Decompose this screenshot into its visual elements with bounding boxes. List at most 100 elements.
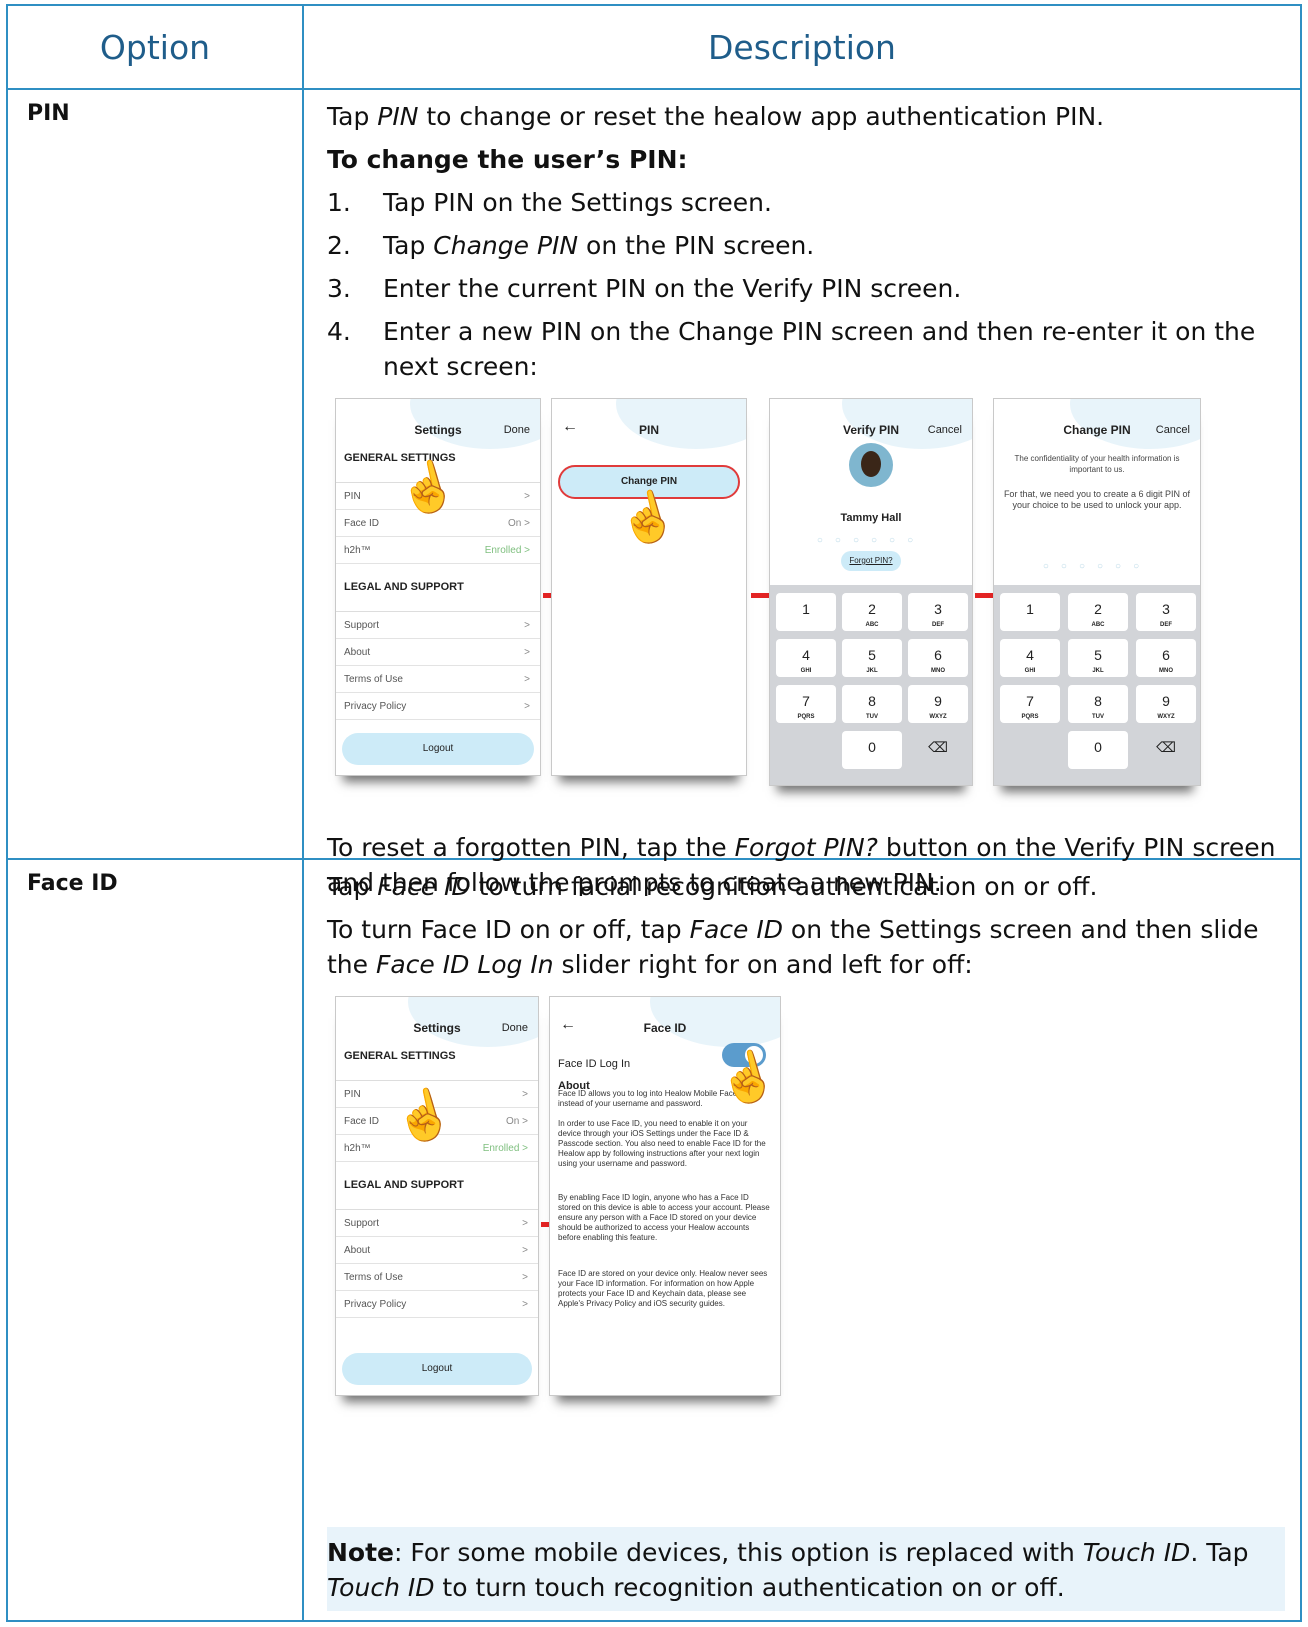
section-header: LEGAL AND SUPPORT (336, 1162, 538, 1210)
step-text: Tap Change PIN on the PIN screen. (383, 231, 815, 260)
list-item: 3. Enter the current PIN on the Verify PI… (327, 271, 1285, 306)
change-pin-heading: To change the user’s PIN: (327, 145, 688, 174)
avatar (849, 443, 893, 487)
chevron-right-icon: > (524, 491, 530, 502)
key-8[interactable]: 8 TUV (1068, 685, 1128, 723)
settings-row-terms[interactable]: Terms of Use > (336, 666, 540, 693)
chevron-right-icon: > (522, 1089, 528, 1100)
key-9[interactable]: 9 WXYZ (1136, 685, 1196, 723)
key-1[interactable]: 1 (1000, 593, 1060, 631)
key-3[interactable]: 3 DEF (1136, 593, 1196, 631)
cancel-button[interactable]: Cancel (928, 413, 962, 448)
key-7[interactable]: 7 PQRS (776, 685, 836, 723)
settings-screen: Settings Done GENERAL SETTINGS PIN > Face … (335, 398, 541, 776)
done-button[interactable]: Done (502, 1011, 528, 1046)
pin-intro: Tap PIN to change or reset the healow ap… (327, 99, 1285, 134)
step-number: 3. (327, 274, 351, 303)
note-block: Note: For some mobile devices, this opti… (327, 1527, 1285, 1611)
header-row: Option Description (6, 4, 1302, 90)
key-5[interactable]: 5 JKL (1068, 639, 1128, 677)
settings-screen: Settings Done GENERAL SETTINGS PIN > Face … (335, 996, 539, 1396)
settings-row-h2h[interactable]: h2h™ Enrolled > (336, 537, 540, 564)
key-8[interactable]: 8 TUV (842, 685, 902, 723)
key-3[interactable]: 3 DEF (908, 593, 968, 631)
step-number: 1. (327, 188, 351, 217)
header-option: Option (6, 4, 304, 90)
list-item: 2. Tap Change PIN on the PIN screen. (327, 228, 1285, 263)
key-2[interactable]: 2 ABC (1068, 593, 1128, 631)
key-2[interactable]: 2 ABC (842, 593, 902, 631)
chevron-right-icon: > (522, 1245, 528, 1256)
header-description: Description (302, 4, 1302, 90)
step-text: Enter a new PIN on the Change PIN screen… (383, 317, 1256, 381)
settings-row-terms[interactable]: Terms of Use > (336, 1264, 538, 1291)
table-row: Face ID Tap Face ID to turn facial recog… (6, 858, 1302, 1622)
key-6[interactable]: 6 MNO (1136, 639, 1196, 677)
key-0[interactable]: 0 (842, 731, 902, 769)
forgot-pin-button[interactable]: Forgot PIN? (841, 551, 901, 571)
key-9[interactable]: 9 WXYZ (908, 685, 968, 723)
faceid-info-text: By enabling Face ID login, anyone who ha… (558, 1193, 770, 1242)
settings-row-faceid[interactable]: Face ID On > (336, 510, 540, 537)
key-0[interactable]: 0 (1068, 731, 1128, 769)
text: to change or reset the healow app authen… (418, 102, 1105, 131)
pin-screen: ← PIN Change PIN ☝ (551, 398, 747, 776)
hand-pointer-icon: ☝ (612, 485, 684, 552)
faceid-screen: ← Face ID Face ID Log In About Face ID al… (549, 996, 781, 1396)
keypad: 1 2 ABC 3 DEF 4 GHI 5 JKL 6 MNO 7 PQRS 8 TUV 9W… (770, 585, 972, 785)
option-name-faceid: Face ID (27, 871, 118, 896)
faceid-screenshots: Settings Done GENERAL SETTINGS PIN > Face … (327, 996, 1285, 1418)
chevron-right-icon: > (524, 647, 530, 658)
pin-dots: ○○○○○○ (1042, 561, 1152, 572)
chevron-right-icon: > (522, 1218, 528, 1229)
text: Tap (327, 102, 378, 131)
key-1[interactable]: 1 (776, 593, 836, 631)
logout-button[interactable]: Logout (342, 733, 534, 765)
settings-row-privacy[interactable]: Privacy Policy > (336, 693, 540, 720)
section-header: LEGAL AND SUPPORT (336, 564, 540, 612)
faceid-info-text: Face ID are stored on your device only. … (558, 1269, 768, 1308)
settings-row-about[interactable]: About > (336, 1237, 538, 1264)
option-name-pin: PIN (27, 101, 70, 126)
key-6[interactable]: 6 MNO (908, 639, 968, 677)
settings-row-privacy[interactable]: Privacy Policy > (336, 1291, 538, 1318)
faceid-info-text: In order to use Face ID, you need to ena… (558, 1119, 766, 1168)
step-number: 4. (327, 317, 351, 346)
description-cell: Tap PIN to change or reset the healow ap… (302, 88, 1302, 897)
step-text: Enter the current PIN on the Verify PIN … (383, 274, 962, 303)
done-button[interactable]: Done (504, 413, 530, 448)
chevron-right-icon: > (524, 674, 530, 685)
chevron-right-icon: > (524, 620, 530, 631)
note-label: Note (327, 1538, 395, 1567)
chevron-right-icon: > (524, 701, 530, 712)
backspace-icon[interactable]: ⌫ (908, 731, 968, 769)
settings-row-about[interactable]: About > (336, 639, 540, 666)
step-text: Tap PIN on the Settings screen. (383, 188, 772, 217)
keypad: 1 2 ABC 3 DEF 4 GHI 5 JKL 6 MNO 7 PQRS 8 TUV 9W… (994, 585, 1200, 785)
step-number: 2. (327, 231, 351, 260)
key-4[interactable]: 4 GHI (776, 639, 836, 677)
confidentiality-text: The confidentiality of your health infor… (1014, 454, 1180, 474)
key-5[interactable]: 5 JKL (842, 639, 902, 677)
options-table: Option Description PIN Tap PIN to change… (6, 4, 1302, 1622)
faceid-intro: Tap Face ID to turn facial recognition a… (327, 872, 1098, 901)
screen-title: PIN (638, 423, 659, 437)
pin-screenshots: Settings Done GENERAL SETTINGS PIN > Face … (327, 398, 1285, 818)
option-cell: PIN (6, 88, 304, 860)
cancel-button[interactable]: Cancel (1156, 413, 1190, 448)
chevron-right-icon: > (522, 1299, 528, 1310)
table-row: PIN Tap PIN to change or reset the healo… (6, 88, 1302, 897)
settings-row-support[interactable]: Support > (336, 1210, 538, 1237)
option-cell: Face ID (6, 858, 304, 1622)
backspace-icon[interactable]: ⌫ (1136, 731, 1196, 769)
list-item: 4. Enter a new PIN on the Change PIN scre… (327, 314, 1285, 384)
instruction-text: For that, we need you to create a 6 digi… (1003, 489, 1191, 510)
key-7[interactable]: 7 PQRS (1000, 685, 1060, 723)
description-cell: Tap Face ID to turn facial recognition a… (302, 858, 1302, 1622)
logout-button[interactable]: Logout (342, 1353, 532, 1385)
list-item: 1. Tap PIN on the Settings screen. (327, 185, 1285, 220)
key-4[interactable]: 4 GHI (1000, 639, 1060, 677)
chevron-right-icon: > (522, 1272, 528, 1283)
settings-row-support[interactable]: Support > (336, 612, 540, 639)
change-pin-screen: Change PIN Cancel The confidentiality of … (993, 398, 1201, 786)
